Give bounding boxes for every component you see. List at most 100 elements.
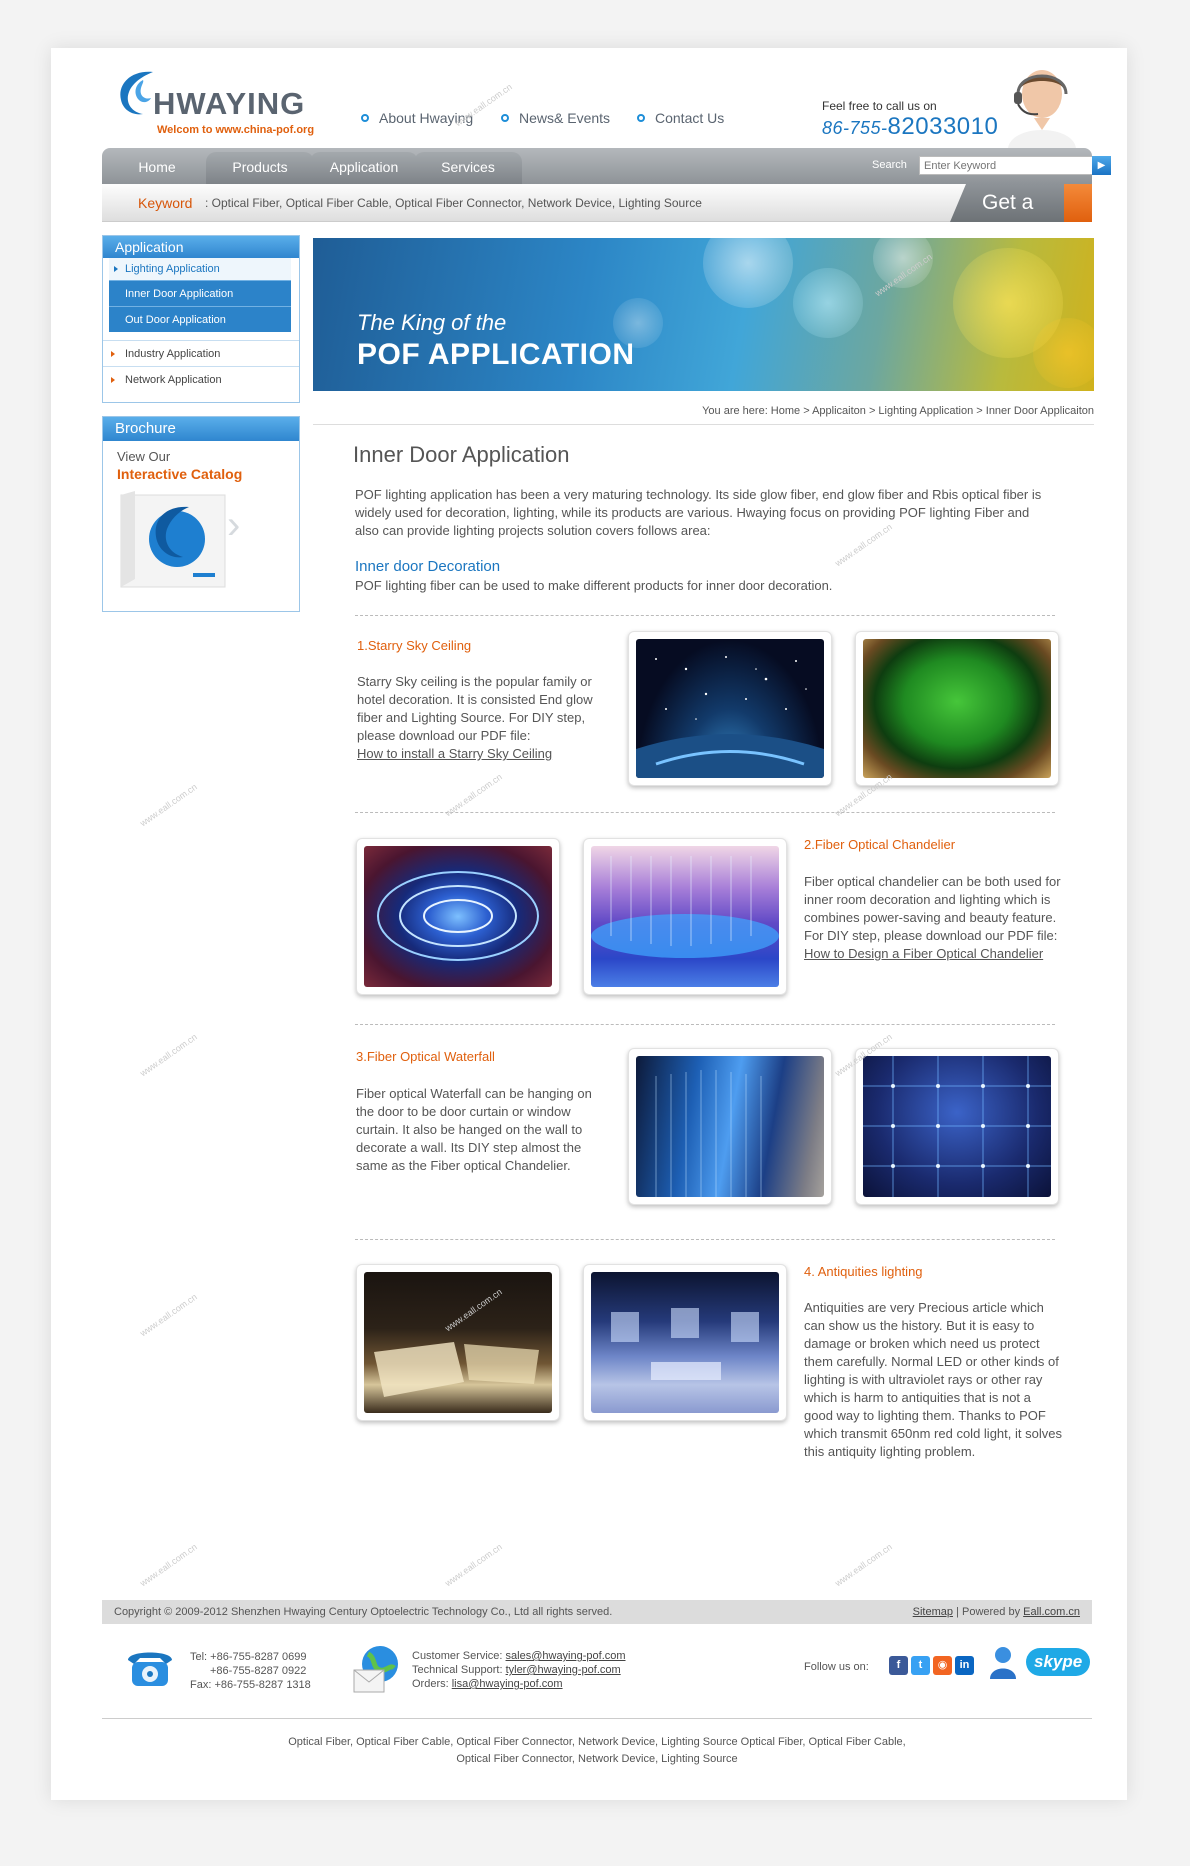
brand-welcome: Welcom to www.china-pof.org xyxy=(157,124,315,136)
brochure-catalog-title: Interactive Catalog xyxy=(117,466,243,482)
bullet-icon xyxy=(637,114,645,123)
section-title: 1.Starry Sky Ceiling xyxy=(357,638,472,653)
main-menu-bar: Home Products Application Services Searc… xyxy=(102,148,1111,184)
display-cases-icon xyxy=(374,1342,539,1397)
pdf-link[interactable]: How to install a Starry Sky Ceiling xyxy=(357,745,617,763)
arrow-right-icon xyxy=(1064,184,1092,222)
facebook-icon[interactable]: f xyxy=(889,1656,908,1675)
sidebar-item-industry[interactable]: Industry Application xyxy=(103,340,299,366)
menu-products[interactable]: Products xyxy=(206,152,314,184)
antiquities-photo-1 xyxy=(356,1264,560,1421)
follow-label: Follow us on: xyxy=(804,1661,869,1673)
intro-text: POF lighting application has been a very… xyxy=(355,487,1042,538)
breadcrumb[interactable]: You are here: Home > Applicaiton > Light… xyxy=(313,405,1094,417)
divider xyxy=(313,424,1094,425)
brochure-view-text: View Our xyxy=(117,449,171,464)
green-ceiling-photo xyxy=(855,631,1059,786)
bokeh-light xyxy=(703,238,793,308)
bokeh-light xyxy=(793,268,863,338)
inner-door-heading: Inner door Decoration xyxy=(355,558,501,575)
section-title: 4. Antiquities lighting xyxy=(804,1264,923,1279)
top-nav-news[interactable]: News& Events xyxy=(501,110,610,126)
support-email-link[interactable]: tyler@hwaying-pof.com xyxy=(506,1664,621,1676)
sidebar-title: Application xyxy=(103,236,299,258)
search-label: Search xyxy=(872,159,907,171)
orders-email-link[interactable]: lisa@hwaying-pof.com xyxy=(452,1678,563,1690)
waterfall-photo-2 xyxy=(855,1048,1059,1205)
pdf-link[interactable]: How to Design a Fiber Optical Chandelier xyxy=(804,945,1062,963)
keyword-label: Keyword xyxy=(138,195,193,211)
chandelier-strands-icon xyxy=(591,856,779,958)
menu-services[interactable]: Services xyxy=(414,152,522,184)
keyword-text: : Optical Fiber, Optical Fiber Cable, Op… xyxy=(205,196,702,210)
stars-icon xyxy=(636,656,824,778)
call-block: Feel free to call us on 86-755-82033010 xyxy=(822,99,998,141)
sidebar-sub-inner-door[interactable]: Inner Door Application xyxy=(109,280,291,306)
chandelier-photo-2 xyxy=(583,838,787,995)
sitemap-link[interactable]: Sitemap xyxy=(913,1606,953,1618)
chevron-right-icon[interactable]: › xyxy=(227,503,240,548)
powered-by-link[interactable]: Eall.com.cn xyxy=(1023,1606,1080,1618)
sidebar-item-network[interactable]: Network Application xyxy=(103,366,299,392)
sidebar-sub-out-door[interactable]: Out Door Application xyxy=(109,306,291,332)
triangle-icon xyxy=(111,377,115,383)
section-body: Antiquities are very Precious article wh… xyxy=(804,1300,1062,1459)
rss-icon[interactable]: ◉ xyxy=(933,1656,952,1675)
inner-door-text: POF lighting fiber can be used to make d… xyxy=(355,578,833,593)
messenger-icon[interactable] xyxy=(988,1645,1018,1682)
section-title: 3.Fiber Optical Waterfall xyxy=(356,1049,495,1064)
banner-line1: The King of the xyxy=(357,310,507,335)
page-title: Inner Door Application xyxy=(353,442,570,467)
twitter-icon[interactable]: t xyxy=(911,1656,930,1675)
bullet-icon xyxy=(361,114,369,123)
search-button[interactable]: ▶ xyxy=(1092,156,1111,175)
bullet-icon xyxy=(501,114,509,123)
starry-ceiling-photo xyxy=(628,631,832,786)
brochure-title: Brochure xyxy=(103,417,299,441)
grid-lights-icon xyxy=(863,1056,1051,1197)
search-input[interactable] xyxy=(919,156,1093,175)
chandelier-photo-1 xyxy=(356,838,560,995)
menu-home[interactable]: Home xyxy=(102,152,212,184)
call-number: 86-755-82033010 xyxy=(822,113,999,140)
section-title: 2.Fiber Optical Chandelier xyxy=(804,837,956,852)
globe-mail-icon xyxy=(350,1642,404,1699)
dashed-divider xyxy=(355,812,1055,813)
menu-application[interactable]: Application xyxy=(310,152,418,184)
triangle-icon xyxy=(111,351,115,357)
footer-keywords: Optical Fiber, Optical Fiber Cable, Opti… xyxy=(288,1736,906,1765)
top-nav-contact[interactable]: Contact Us xyxy=(637,110,724,126)
footer-links: Sitemap | Powered by Eall.com.cn xyxy=(912,1606,1080,1618)
brochure-box[interactable]: Brochure View Our Interactive Catalog › xyxy=(102,416,300,612)
linkedin-icon[interactable]: in xyxy=(955,1656,974,1675)
brand-logo[interactable]: HWAYING Welcom to www.china-pof.org xyxy=(113,68,333,148)
waterfall-photo-1 xyxy=(628,1048,832,1205)
chandelier-rings-icon xyxy=(377,871,539,961)
bokeh-light xyxy=(1033,318,1094,388)
museum-hall-icon xyxy=(611,1308,759,1380)
triangle-icon xyxy=(114,266,118,272)
dashed-divider xyxy=(355,1024,1055,1025)
sidebar-application: Application Lighting Application Inner D… xyxy=(102,235,300,403)
section-body: Fiber optical Waterfall can be hanging o… xyxy=(356,1086,592,1173)
sidebar-item-lighting[interactable]: Lighting Application xyxy=(109,258,291,280)
get-quote-button[interactable]: Get a Quote ! xyxy=(950,184,1092,222)
email-contacts: Customer Service: sales@hwaying-pof.com … xyxy=(412,1650,626,1690)
brand-name: HWAYING xyxy=(153,86,306,121)
telephone-icon xyxy=(122,1646,178,1693)
hero-banner: The King of the POF APPLICATION xyxy=(313,238,1094,391)
copyright-bar: Copyright © 2009-2012 Shenzhen Hwaying C… xyxy=(102,1600,1092,1624)
banner-line2: POF APPLICATION xyxy=(357,338,635,371)
section-body: Starry Sky ceiling is the popular family… xyxy=(357,673,617,763)
antiquities-photo-2 xyxy=(583,1264,787,1421)
section-body: Fiber optical chandelier can be both use… xyxy=(804,874,1062,963)
keyword-bar: Keyword : Optical Fiber, Optical Fiber C… xyxy=(102,184,1092,222)
skype-icon[interactable]: skype xyxy=(1026,1648,1091,1676)
sales-email-link[interactable]: sales@hwaying-pof.com xyxy=(506,1650,626,1662)
call-label: Feel free to call us on xyxy=(822,99,937,113)
dashed-divider xyxy=(355,1239,1055,1240)
waterfall-strands-icon xyxy=(655,1070,762,1197)
phone-numbers: Tel: +86-755-8287 0699 +86-755-8287 0922… xyxy=(190,1651,311,1691)
support-agent-image xyxy=(1004,64,1080,148)
dashed-divider xyxy=(355,615,1055,616)
